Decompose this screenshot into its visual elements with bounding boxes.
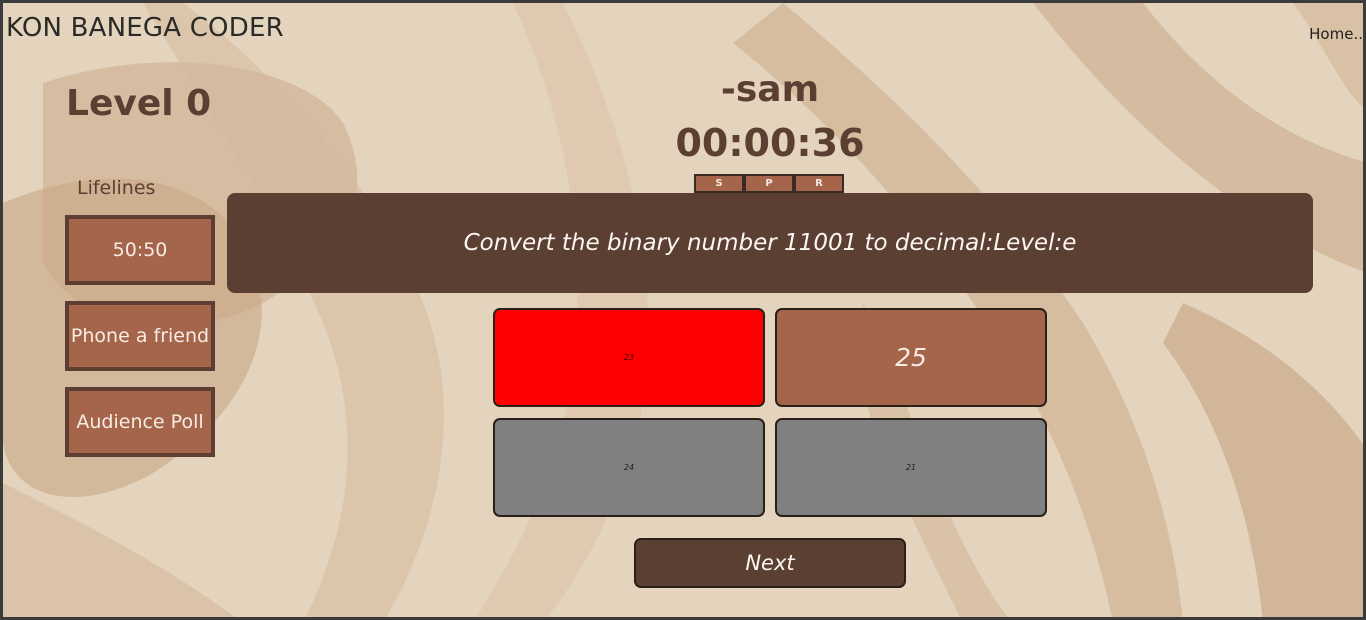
start-button[interactable]: S	[694, 174, 744, 193]
option-b-button[interactable]: 25	[775, 308, 1047, 407]
lifeline-fifty-fifty-button[interactable]: 50:50	[65, 215, 215, 285]
app-title: KON BANEGA CODER	[6, 13, 284, 43]
option-a-button[interactable]: 23	[493, 308, 765, 407]
lifelines-label: Lifelines	[77, 177, 156, 199]
question-box: Convert the binary number 11001 to decim…	[227, 193, 1313, 293]
option-d-button[interactable]: 21	[775, 418, 1047, 517]
lifeline-phone-a-friend-button[interactable]: Phone a friend	[65, 301, 215, 371]
next-button[interactable]: Next	[634, 538, 906, 588]
question-text: Convert the binary number 11001 to decim…	[463, 230, 1077, 256]
player-name: -sam	[720, 69, 820, 110]
timer: 00:00:36	[675, 121, 865, 165]
app-window: KON BANEGA CODER Home.. Level 0 Lifeline…	[0, 0, 1366, 620]
home-link[interactable]: Home..	[1309, 25, 1363, 43]
lifeline-audience-poll-button[interactable]: Audience Poll	[65, 387, 215, 457]
pause-button[interactable]: P	[744, 174, 794, 193]
option-c-button[interactable]: 24	[493, 418, 765, 517]
timer-controls: S P R	[694, 174, 844, 193]
reset-button[interactable]: R	[794, 174, 844, 193]
